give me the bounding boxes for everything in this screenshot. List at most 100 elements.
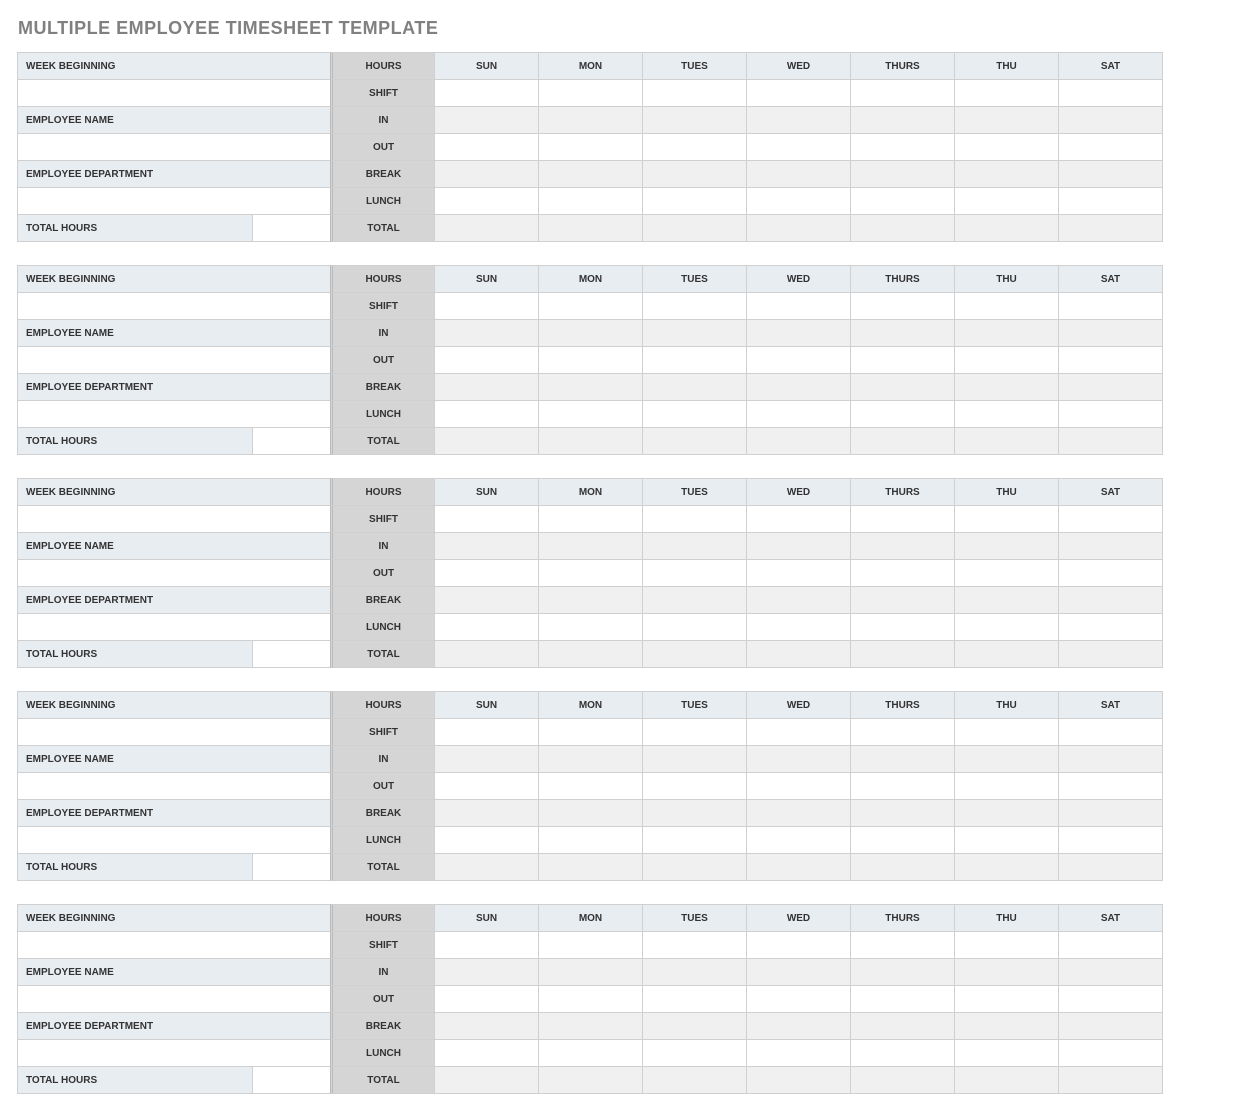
field-employee-name[interactable]: [17, 559, 331, 587]
cell-out-mon[interactable]: [538, 772, 643, 800]
cell-out-wed[interactable]: [746, 346, 851, 374]
cell-in-sun[interactable]: [434, 958, 539, 986]
field-employee-department[interactable]: [17, 826, 331, 854]
cell-out-sun[interactable]: [434, 985, 539, 1013]
cell-out-tues[interactable]: [642, 133, 747, 161]
cell-total-sun[interactable]: [434, 427, 539, 455]
cell-break-sat[interactable]: [1058, 586, 1163, 614]
cell-break-wed[interactable]: [746, 373, 851, 401]
cell-out-sun[interactable]: [434, 559, 539, 587]
cell-in-wed[interactable]: [746, 106, 851, 134]
cell-in-mon[interactable]: [538, 319, 643, 347]
cell-in-thurs[interactable]: [850, 319, 955, 347]
cell-total-mon[interactable]: [538, 427, 643, 455]
cell-shift-thurs[interactable]: [850, 505, 955, 533]
field-week-beginning[interactable]: [17, 292, 331, 320]
cell-in-sat[interactable]: [1058, 319, 1163, 347]
cell-total-sat[interactable]: [1058, 853, 1163, 881]
cell-out-sun[interactable]: [434, 772, 539, 800]
cell-in-tues[interactable]: [642, 106, 747, 134]
cell-total-tues[interactable]: [642, 214, 747, 242]
cell-in-thu[interactable]: [954, 958, 1059, 986]
cell-lunch-mon[interactable]: [538, 187, 643, 215]
field-employee-name[interactable]: [17, 346, 331, 374]
cell-break-sat[interactable]: [1058, 373, 1163, 401]
cell-shift-mon[interactable]: [538, 931, 643, 959]
cell-shift-tues[interactable]: [642, 931, 747, 959]
cell-lunch-sun[interactable]: [434, 400, 539, 428]
cell-shift-sat[interactable]: [1058, 292, 1163, 320]
cell-in-mon[interactable]: [538, 532, 643, 560]
cell-out-sat[interactable]: [1058, 559, 1163, 587]
cell-in-sun[interactable]: [434, 106, 539, 134]
cell-break-thu[interactable]: [954, 799, 1059, 827]
cell-in-thu[interactable]: [954, 319, 1059, 347]
cell-in-thurs[interactable]: [850, 106, 955, 134]
field-employee-department[interactable]: [17, 1039, 331, 1067]
cell-total-wed[interactable]: [746, 640, 851, 668]
cell-lunch-thurs[interactable]: [850, 187, 955, 215]
cell-lunch-thurs[interactable]: [850, 613, 955, 641]
cell-lunch-mon[interactable]: [538, 613, 643, 641]
cell-break-mon[interactable]: [538, 373, 643, 401]
cell-total-wed[interactable]: [746, 427, 851, 455]
cell-out-mon[interactable]: [538, 559, 643, 587]
cell-shift-mon[interactable]: [538, 292, 643, 320]
field-week-beginning[interactable]: [17, 931, 331, 959]
field-employee-department[interactable]: [17, 187, 331, 215]
cell-out-thurs[interactable]: [850, 985, 955, 1013]
cell-in-sun[interactable]: [434, 532, 539, 560]
cell-break-wed[interactable]: [746, 799, 851, 827]
cell-out-tues[interactable]: [642, 772, 747, 800]
cell-shift-thurs[interactable]: [850, 718, 955, 746]
cell-in-mon[interactable]: [538, 958, 643, 986]
cell-shift-thurs[interactable]: [850, 292, 955, 320]
total-hours-value[interactable]: [252, 214, 331, 242]
cell-in-thurs[interactable]: [850, 958, 955, 986]
cell-total-sun[interactable]: [434, 214, 539, 242]
cell-shift-sun[interactable]: [434, 931, 539, 959]
cell-lunch-thu[interactable]: [954, 400, 1059, 428]
cell-out-thu[interactable]: [954, 346, 1059, 374]
cell-shift-mon[interactable]: [538, 718, 643, 746]
cell-lunch-sat[interactable]: [1058, 613, 1163, 641]
cell-break-sat[interactable]: [1058, 160, 1163, 188]
cell-lunch-tues[interactable]: [642, 1039, 747, 1067]
total-hours-value[interactable]: [252, 427, 331, 455]
cell-out-thu[interactable]: [954, 559, 1059, 587]
cell-out-thu[interactable]: [954, 772, 1059, 800]
cell-lunch-thu[interactable]: [954, 613, 1059, 641]
cell-lunch-thu[interactable]: [954, 1039, 1059, 1067]
cell-lunch-tues[interactable]: [642, 826, 747, 854]
cell-shift-thu[interactable]: [954, 718, 1059, 746]
cell-total-sat[interactable]: [1058, 427, 1163, 455]
cell-shift-wed[interactable]: [746, 931, 851, 959]
cell-lunch-thurs[interactable]: [850, 826, 955, 854]
cell-shift-tues[interactable]: [642, 79, 747, 107]
cell-total-tues[interactable]: [642, 853, 747, 881]
cell-break-sun[interactable]: [434, 373, 539, 401]
field-employee-department[interactable]: [17, 400, 331, 428]
cell-break-tues[interactable]: [642, 373, 747, 401]
cell-break-sun[interactable]: [434, 586, 539, 614]
cell-shift-sat[interactable]: [1058, 718, 1163, 746]
field-employee-name[interactable]: [17, 133, 331, 161]
cell-in-thu[interactable]: [954, 745, 1059, 773]
cell-total-tues[interactable]: [642, 427, 747, 455]
cell-lunch-thu[interactable]: [954, 187, 1059, 215]
cell-total-sat[interactable]: [1058, 1066, 1163, 1094]
cell-out-mon[interactable]: [538, 346, 643, 374]
cell-in-sat[interactable]: [1058, 958, 1163, 986]
cell-shift-tues[interactable]: [642, 718, 747, 746]
cell-lunch-sun[interactable]: [434, 1039, 539, 1067]
cell-shift-thurs[interactable]: [850, 931, 955, 959]
cell-lunch-sat[interactable]: [1058, 187, 1163, 215]
cell-out-sun[interactable]: [434, 346, 539, 374]
cell-break-tues[interactable]: [642, 1012, 747, 1040]
cell-break-mon[interactable]: [538, 1012, 643, 1040]
cell-total-thurs[interactable]: [850, 640, 955, 668]
cell-lunch-sun[interactable]: [434, 613, 539, 641]
cell-break-wed[interactable]: [746, 1012, 851, 1040]
cell-total-sun[interactable]: [434, 853, 539, 881]
cell-break-sat[interactable]: [1058, 799, 1163, 827]
